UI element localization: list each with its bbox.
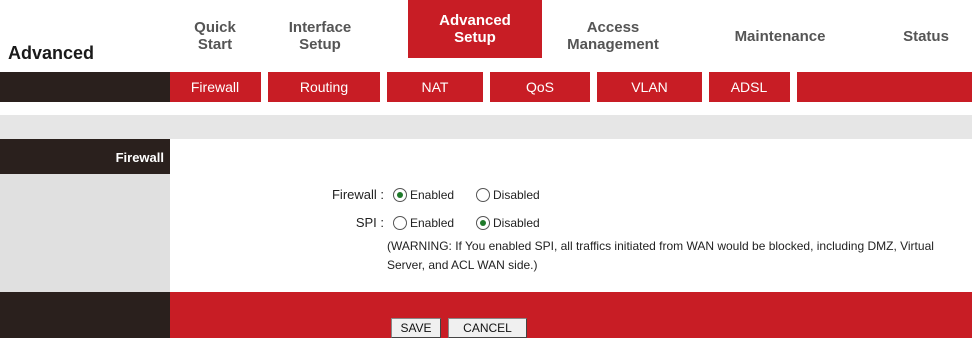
radio-selected-dot [480, 220, 486, 226]
subnav-label: QoS [525, 79, 554, 95]
option-label: Disabled [493, 216, 540, 230]
radio-selected-dot [397, 192, 403, 198]
nav-label: Interface Setup [288, 19, 352, 53]
subnav-vlan[interactable]: VLAN [597, 72, 702, 102]
subnav-nat[interactable]: NAT [387, 72, 483, 102]
brand-strip [0, 72, 170, 102]
subnav-separator [590, 72, 597, 102]
nav-label: Quick Start [194, 19, 236, 53]
left-panel [0, 174, 170, 292]
nav-status[interactable]: Status [880, 0, 972, 72]
subnav-label: ADSL [730, 79, 768, 95]
nav-label: Access Management [567, 19, 659, 53]
spi-warning-text: (WARNING: If You enabled SPI, all traffi… [387, 239, 934, 272]
spi-enabled-radio[interactable] [393, 216, 407, 230]
option-label: Disabled [493, 188, 540, 202]
nav-quick-start[interactable]: Quick Start [170, 0, 260, 72]
spi-label: SPI : [355, 215, 384, 230]
firewall-enabled-option[interactable]: Enabled [393, 188, 454, 202]
subnav-separator [483, 72, 490, 102]
firewall-disabled-option[interactable]: Disabled [476, 188, 540, 202]
section-title: Firewall [115, 150, 164, 165]
nav-label: Maintenance [734, 27, 826, 45]
subnav-routing[interactable]: Routing [268, 72, 380, 102]
sub-navigation: Firewall Routing NAT QoS VLAN ADSL [170, 72, 972, 102]
subnav-qos[interactable]: QoS [490, 72, 590, 102]
firewall-enabled-radio[interactable] [393, 188, 407, 202]
spi-disabled-option[interactable]: Disabled [476, 216, 540, 230]
spi-disabled-radio[interactable] [476, 216, 490, 230]
subnav-separator [702, 72, 709, 102]
nav-advanced-setup[interactable]: Advanced Setup [408, 0, 542, 58]
firewall-disabled-radio[interactable] [476, 188, 490, 202]
footer-bar [170, 292, 972, 338]
firewall-label: Firewall : [331, 187, 384, 202]
cancel-button[interactable]: CANCEL [448, 318, 527, 338]
subnav-adsl[interactable]: ADSL [709, 72, 789, 102]
page-title: Advanced [8, 43, 95, 63]
option-label: Enabled [410, 188, 455, 202]
spi-enabled-option[interactable]: Enabled [393, 216, 454, 230]
subnav-label: Firewall [190, 79, 240, 95]
subnav-label: NAT [421, 79, 449, 95]
nav-label: Advanced Setup [439, 12, 511, 46]
subnav-firewall[interactable]: Firewall [176, 72, 254, 102]
footer-left [0, 292, 170, 338]
option-label: Enabled [410, 216, 455, 230]
nav-label: Status [903, 27, 949, 45]
subnav-separator [261, 72, 268, 102]
nav-access-management[interactable]: Access Management [548, 0, 678, 72]
subnav-label: Routing [299, 79, 349, 95]
subnav-label: VLAN [631, 79, 668, 95]
subnav-separator [380, 72, 387, 102]
spacer-band [0, 115, 972, 139]
section-header: Firewall [0, 139, 170, 174]
subnav-separator [790, 72, 797, 102]
save-button[interactable]: SAVE [391, 318, 441, 338]
nav-interface-setup[interactable]: Interface Setup [260, 0, 380, 72]
nav-maintenance[interactable]: Maintenance [710, 0, 850, 72]
